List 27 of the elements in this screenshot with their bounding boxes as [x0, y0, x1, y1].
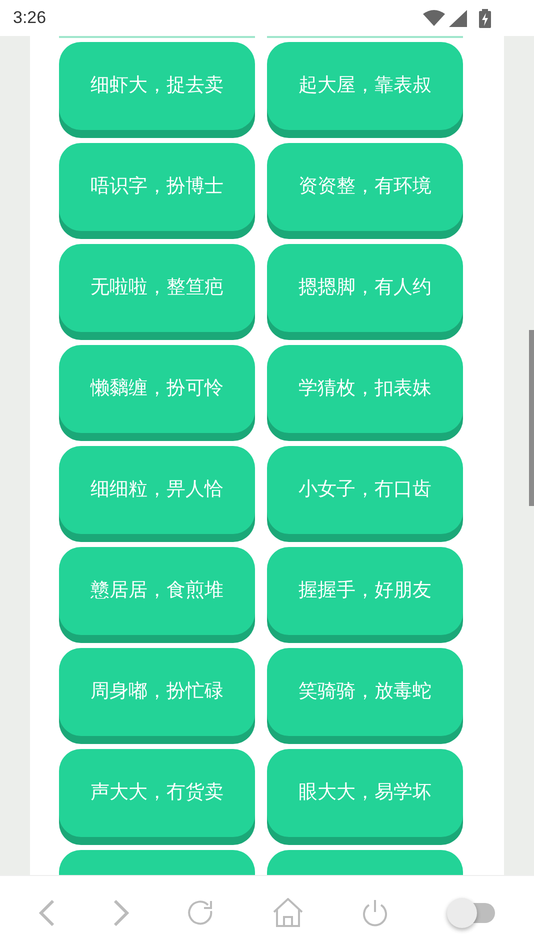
- phrase-button[interactable]: 唔识字，扮博士: [59, 143, 255, 231]
- phrase-button[interactable]: 学猜枚，扣表妹: [267, 345, 463, 433]
- phrase-button[interactable]: 细细粒，畀人恰: [59, 446, 255, 534]
- phrase-button[interactable]: 无啦啦，整笪疤: [59, 244, 255, 332]
- power-icon[interactable]: [361, 898, 389, 926]
- forward-icon[interactable]: [113, 900, 129, 926]
- reload-icon[interactable]: [187, 898, 215, 926]
- phrase-button[interactable]: 起大屋，靠表叔: [267, 42, 463, 130]
- phrase-button[interactable]: 摁摁脚，有人约: [267, 244, 463, 332]
- home-icon[interactable]: [273, 898, 303, 928]
- phrase-button[interactable]: 笑骑骑，放毒蛇: [267, 648, 463, 736]
- phrase-button[interactable]: 戆居居，食煎堆: [59, 547, 255, 635]
- scrollbar[interactable]: [529, 330, 534, 506]
- phrase-button[interactable]: 细虾大，捉去卖: [59, 42, 255, 130]
- signal-icon: [449, 10, 467, 26]
- status-time: 3:26: [13, 7, 46, 30]
- toggle-switch[interactable]: [447, 898, 495, 928]
- phrase-button[interactable]: 声大大，冇货卖: [59, 749, 255, 837]
- phrase-button[interactable]: 小女子，冇口齿: [267, 446, 463, 534]
- phrase-button[interactable]: 眼大大，易学坏: [267, 749, 463, 837]
- phrase-button[interactable]: 握握手，好朋友: [267, 547, 463, 635]
- phrase-button[interactable]: 资资整，有环境: [267, 143, 463, 231]
- wifi-icon: [423, 10, 445, 26]
- back-icon[interactable]: [39, 900, 55, 926]
- phrase-button[interactable]: 懒黐缠，扮可怜: [59, 345, 255, 433]
- phrase-button[interactable]: 周身嘟，扮忙碌: [59, 648, 255, 736]
- battery-icon: [479, 8, 491, 28]
